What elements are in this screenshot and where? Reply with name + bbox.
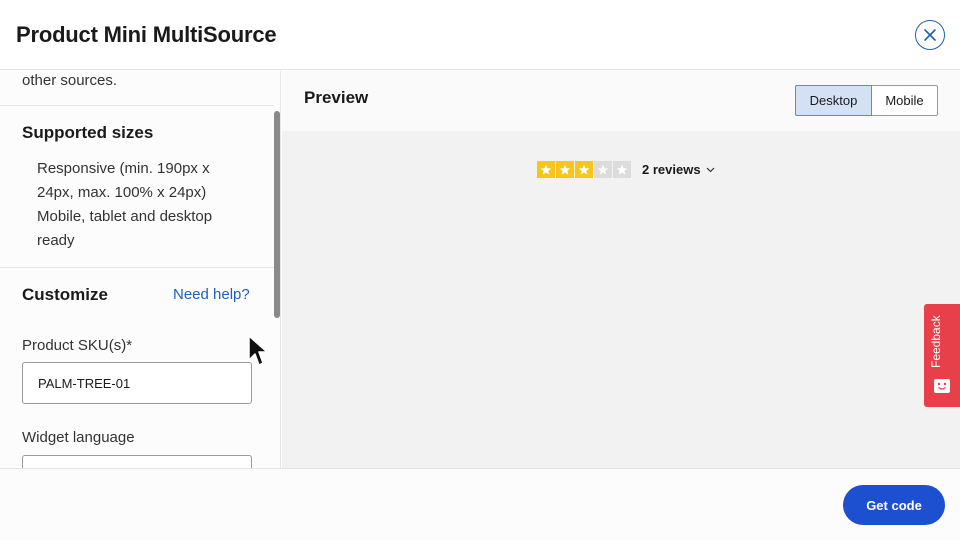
modal-title: Product Mini MultiSource	[16, 22, 277, 47]
divider	[0, 105, 274, 106]
smiley-icon	[934, 379, 950, 393]
supported-size-item: Responsive (min. 190px x 24px, max. 100%…	[37, 160, 210, 201]
preview-header: Preview Desktop Mobile	[282, 71, 960, 131]
reviews-label: 2 reviews	[642, 162, 701, 177]
product-sku-input[interactable]	[22, 362, 252, 404]
feedback-label: Feedback	[929, 315, 943, 368]
scrollbar-thumb[interactable]	[274, 111, 280, 318]
modal-footer: Get code	[0, 468, 960, 540]
preview-canvas: 2 reviews	[282, 131, 960, 468]
supported-size-item: Mobile, tablet and desktop ready	[37, 208, 213, 249]
feedback-tab[interactable]: Feedback	[924, 304, 960, 407]
customize-title: Customize	[22, 285, 108, 304]
product-sku-label: Product SKU(s)*	[22, 337, 133, 354]
close-icon	[924, 29, 936, 41]
divider	[0, 267, 274, 268]
modal-header: Product Mini MultiSource	[0, 0, 960, 70]
mobile-toggle-button[interactable]: Mobile	[872, 85, 938, 116]
get-code-button[interactable]: Get code	[843, 485, 945, 525]
star-rating	[537, 161, 631, 178]
star-icon	[613, 161, 631, 178]
desktop-toggle-button[interactable]: Desktop	[795, 85, 872, 116]
reviews-dropdown[interactable]: 2 reviews	[642, 162, 715, 177]
settings-panel: other sources. Supported sizes Responsiv…	[0, 71, 281, 468]
star-icon	[575, 161, 593, 178]
chevron-down-icon	[706, 167, 714, 172]
description-text: other sources.	[22, 72, 118, 89]
star-icon	[537, 161, 555, 178]
preview-title: Preview	[304, 88, 369, 107]
device-toggle: Desktop Mobile	[795, 85, 938, 116]
star-icon	[556, 161, 574, 178]
supported-sizes-title: Supported sizes	[22, 123, 154, 142]
star-icon	[594, 161, 612, 178]
close-button[interactable]	[915, 20, 945, 50]
mouse-cursor-icon	[248, 335, 268, 366]
need-help-link[interactable]: Need help?	[173, 286, 250, 303]
widget-language-select[interactable]	[22, 455, 252, 468]
widget-language-label: Widget language	[22, 429, 135, 446]
